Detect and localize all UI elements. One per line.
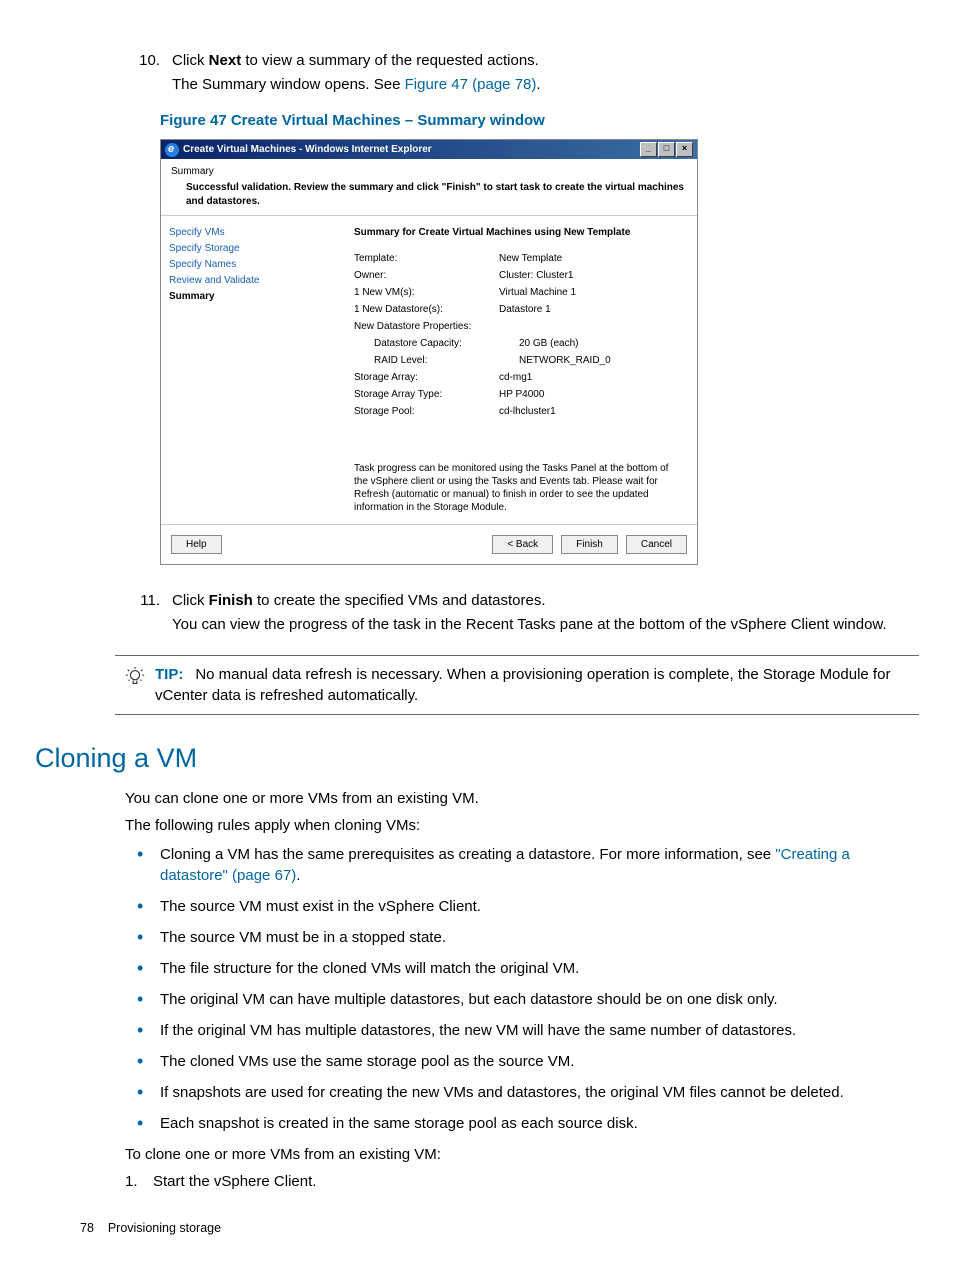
step-number: 11. — [35, 590, 172, 611]
summary-value: HP P4000 — [499, 388, 685, 402]
body-paragraph: To clone one or more VMs from an existin… — [125, 1144, 919, 1165]
list-item: The source VM must be in a stopped state… — [125, 927, 919, 948]
nav-specify-names[interactable]: Specify Names — [169, 258, 334, 272]
wizard-header: Summary Successful validation. Review th… — [161, 159, 697, 216]
step-number: 10. — [35, 50, 172, 71]
finish-button[interactable]: Finish — [561, 535, 618, 554]
step-bold: Next — [209, 52, 242, 69]
summary-key: New Datastore Properties: — [354, 320, 499, 334]
step-text: to view a summary of the requested actio… — [241, 52, 539, 69]
tip-icon — [115, 664, 155, 706]
step-text: You can view the progress of the task in… — [172, 614, 919, 635]
step-text: to create the specified VMs and datastor… — [253, 592, 546, 609]
summary-value: Datastore 1 — [499, 303, 685, 317]
summary-value: New Template — [499, 252, 685, 266]
summary-row: New Datastore Properties: — [354, 320, 685, 334]
step-bold: Finish — [209, 592, 253, 609]
step-text: Start the vSphere Client. — [153, 1171, 316, 1192]
nav-review-validate[interactable]: Review and Validate — [169, 274, 334, 288]
summary-key: Owner: — [354, 269, 499, 283]
bullet-text: Cloning a VM has the same prerequisites … — [160, 846, 775, 863]
summary-key: 1 New Datastore(s): — [354, 303, 499, 317]
step-11-line2: You can view the progress of the task in… — [35, 614, 919, 635]
step-text: . — [536, 76, 540, 93]
nav-specify-vms[interactable]: Specify VMs — [169, 226, 334, 240]
figure-link[interactable]: Figure 47 (page 78) — [405, 76, 537, 93]
summary-key: RAID Level: — [354, 354, 519, 368]
step-11: 11. Click Finish to create the specified… — [35, 590, 919, 611]
summary-value: Virtual Machine 1 — [499, 286, 685, 300]
nav-specify-storage[interactable]: Specify Storage — [169, 242, 334, 256]
summary-value: cd-lhcluster1 — [499, 405, 685, 419]
summary-row: Storage Pool:cd-lhcluster1 — [354, 405, 685, 419]
summary-row: Storage Array Type:HP P4000 — [354, 388, 685, 402]
numbered-step-list: 1. Start the vSphere Client. — [125, 1171, 919, 1192]
back-button[interactable]: < Back — [492, 535, 553, 554]
summary-value — [499, 320, 685, 334]
summary-row: 1 New Datastore(s):Datastore 1 — [354, 303, 685, 317]
summary-key: Datastore Capacity: — [354, 337, 519, 351]
page-number: 78 — [80, 1221, 94, 1235]
tip-text: No manual data refresh is necessary. Whe… — [155, 666, 890, 704]
summary-key: Storage Pool: — [354, 405, 499, 419]
summary-key: Storage Array: — [354, 371, 499, 385]
step-text: Click — [172, 52, 209, 69]
summary-value: cd-mg1 — [499, 371, 685, 385]
step-text: Click — [172, 592, 209, 609]
list-item: Each snapshot is created in the same sto… — [125, 1113, 919, 1134]
wizard-nav: Specify VMs Specify Storage Specify Name… — [161, 216, 342, 524]
summary-title: Summary for Create Virtual Machines usin… — [354, 226, 685, 240]
tip-label: TIP: — [155, 666, 195, 683]
window-titlebar: Create Virtual Machines - Windows Intern… — [161, 140, 697, 159]
body-paragraph: You can clone one or more VMs from an ex… — [125, 788, 919, 809]
list-item: If the original VM has multiple datastor… — [125, 1020, 919, 1041]
minimize-icon[interactable]: _ — [640, 142, 657, 157]
summary-key: Template: — [354, 252, 499, 266]
summary-value: 20 GB (each) — [519, 337, 685, 351]
tip-callout: TIP:No manual data refresh is necessary.… — [115, 655, 919, 715]
wizard-header-subtitle: Successful validation. Review the summar… — [171, 181, 687, 209]
summary-row: Template:New Template — [354, 252, 685, 266]
wizard-footer: Help < Back Finish Cancel — [161, 524, 697, 564]
help-button[interactable]: Help — [171, 535, 222, 554]
window-title: Create Virtual Machines - Windows Intern… — [183, 143, 640, 157]
list-item: If snapshots are used for creating the n… — [125, 1082, 919, 1103]
summary-row: Datastore Capacity:20 GB (each) — [354, 337, 685, 351]
summary-value: NETWORK_RAID_0 — [519, 354, 685, 368]
summary-row: Storage Array:cd-mg1 — [354, 371, 685, 385]
list-item: The original VM can have multiple datast… — [125, 989, 919, 1010]
summary-row: RAID Level:NETWORK_RAID_0 — [354, 354, 685, 368]
summary-key: Storage Array Type: — [354, 388, 499, 402]
figure-caption: Figure 47 Create Virtual Machines – Summ… — [160, 110, 919, 131]
list-item: The file structure for the cloned VMs wi… — [125, 958, 919, 979]
step-10-line2: The Summary window opens. See Figure 47 … — [35, 74, 919, 95]
list-item: Cloning a VM has the same prerequisites … — [125, 844, 919, 886]
nav-summary[interactable]: Summary — [169, 290, 334, 304]
summary-row: Owner:Cluster: Cluster1 — [354, 269, 685, 283]
summary-note: Task progress can be monitored using the… — [354, 422, 685, 514]
wizard-header-title: Summary — [171, 165, 687, 179]
step-10: 10. Click Next to view a summary of the … — [35, 50, 919, 71]
step-number: 1. — [125, 1171, 153, 1192]
summary-row: 1 New VM(s):Virtual Machine 1 — [354, 286, 685, 300]
body-paragraph: The following rules apply when cloning V… — [125, 815, 919, 836]
page-footer: 78 Provisioning storage — [35, 1220, 919, 1238]
section-heading: Cloning a VM — [35, 740, 919, 778]
summary-key: 1 New VM(s): — [354, 286, 499, 300]
footer-section: Provisioning storage — [108, 1221, 221, 1235]
step-text: The Summary window opens. See — [172, 76, 405, 93]
ie-icon — [165, 143, 179, 157]
summary-value: Cluster: Cluster1 — [499, 269, 685, 283]
list-item: The source VM must exist in the vSphere … — [125, 896, 919, 917]
bullet-text: . — [296, 867, 300, 884]
wizard-content: Summary for Create Virtual Machines usin… — [342, 216, 697, 524]
close-icon[interactable]: × — [676, 142, 693, 157]
cancel-button[interactable]: Cancel — [626, 535, 687, 554]
maximize-icon[interactable]: □ — [658, 142, 675, 157]
list-item: 1. Start the vSphere Client. — [125, 1171, 919, 1192]
screenshot-window: Create Virtual Machines - Windows Intern… — [160, 139, 698, 565]
list-item: The cloned VMs use the same storage pool… — [125, 1051, 919, 1072]
